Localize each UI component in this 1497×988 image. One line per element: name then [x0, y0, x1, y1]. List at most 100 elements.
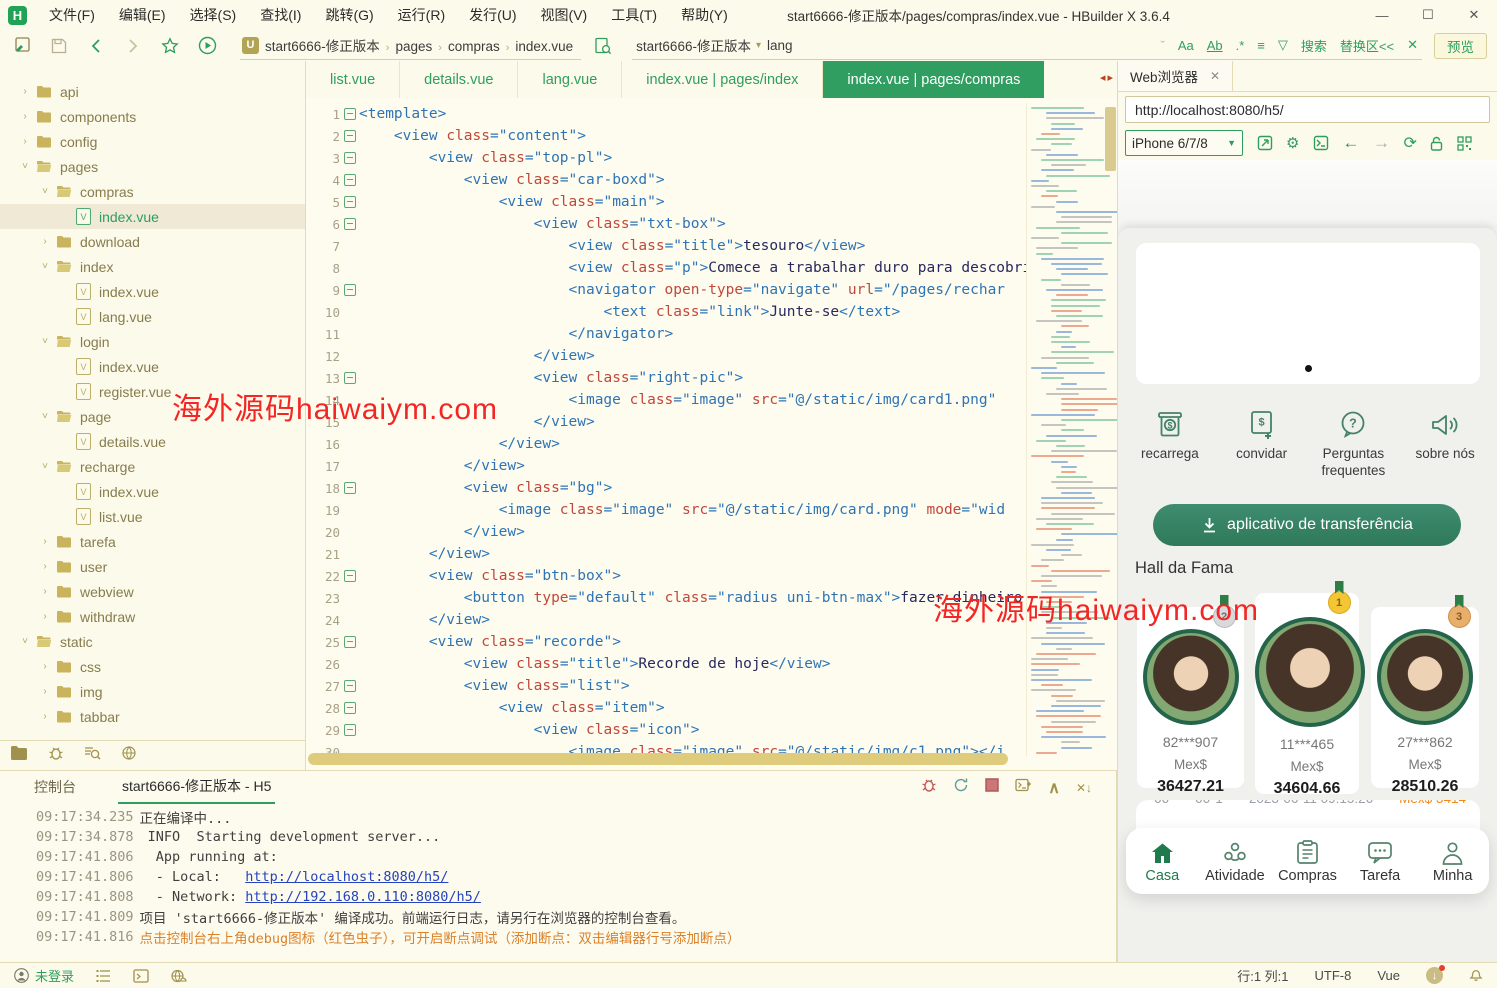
- tree-item-webview[interactable]: ›webview: [0, 579, 305, 604]
- chevron-right-icon[interactable]: ›: [18, 136, 32, 147]
- stop-icon[interactable]: [985, 778, 999, 797]
- line-number[interactable]: 2: [306, 129, 340, 144]
- run-button[interactable]: [192, 33, 222, 59]
- nav-item-casa[interactable]: Casa: [1126, 828, 1199, 894]
- close-browser-tab-icon[interactable]: ✕: [1210, 69, 1220, 83]
- nav-item-atividade[interactable]: Atividade: [1199, 828, 1272, 894]
- line-number[interactable]: 28: [306, 701, 340, 716]
- collapse-search-icon[interactable]: ˇ: [1160, 38, 1164, 53]
- tab-scroll-arrows[interactable]: ◂▸: [1100, 71, 1115, 84]
- tree-item-user[interactable]: ›user: [0, 554, 305, 579]
- line-number[interactable]: 24: [306, 613, 340, 628]
- menu-item[interactable]: 文件(F): [37, 0, 107, 30]
- tree-item-api[interactable]: ›api: [0, 79, 305, 104]
- fold-icon[interactable]: [340, 482, 359, 494]
- plugins-globe-icon[interactable]: [171, 969, 187, 983]
- code-area[interactable]: 1<template>2 <view class="content">3 <vi…: [306, 103, 1027, 770]
- search-input[interactable]: lang: [767, 38, 1147, 53]
- chevron-right-icon[interactable]: ›: [38, 586, 52, 597]
- settings-gear-icon[interactable]: ⚙: [1286, 134, 1299, 152]
- tree-item-recharge[interactable]: ˅recharge: [0, 454, 305, 479]
- tree-item-tabbar[interactable]: ›tabbar: [0, 704, 305, 729]
- collapse-console-icon[interactable]: ∧: [1048, 778, 1060, 798]
- language-mode[interactable]: Vue: [1377, 968, 1400, 983]
- line-number[interactable]: 11: [306, 327, 340, 342]
- debug-tab-icon[interactable]: [48, 745, 64, 766]
- explorer-tab-icon[interactable]: [10, 745, 28, 766]
- breadcrumb-item[interactable]: pages: [393, 39, 434, 54]
- chevron-down-icon[interactable]: ˅: [38, 261, 52, 272]
- outline-list-icon[interactable]: [96, 969, 111, 983]
- tree-item-css[interactable]: ›css: [0, 654, 305, 679]
- shortcut-deposit[interactable]: $recarrega: [1124, 405, 1216, 479]
- menu-item[interactable]: 查找(I): [248, 0, 313, 30]
- hall-of-fame-card[interactable]: 111***465Mex$34604.66: [1255, 593, 1359, 794]
- transfer-app-button[interactable]: aplicativo de transferência: [1153, 504, 1461, 546]
- regex-icon[interactable]: .*: [1236, 38, 1245, 53]
- fold-icon[interactable]: [340, 724, 359, 736]
- breadcrumb-item[interactable]: index.vue: [513, 39, 575, 54]
- save-button[interactable]: [44, 33, 74, 59]
- fold-icon[interactable]: [340, 152, 359, 164]
- new-file-button[interactable]: [7, 33, 37, 59]
- search-scope-select[interactable]: start6666-修正版本▾: [636, 35, 767, 55]
- chevron-right-icon[interactable]: ›: [38, 611, 52, 622]
- carousel-banner[interactable]: [1136, 243, 1480, 384]
- tree-item-index-vue[interactable]: Vindex.vue: [0, 204, 305, 229]
- notification-bell-icon[interactable]: [1469, 967, 1483, 985]
- find-in-files-icon[interactable]: [588, 33, 618, 59]
- line-number[interactable]: 23: [306, 591, 340, 606]
- browser-forward-icon[interactable]: →: [1373, 133, 1390, 153]
- chevron-right-icon[interactable]: ›: [38, 711, 52, 722]
- replace-area-button[interactable]: 替换区<<: [1340, 36, 1394, 55]
- minimap-thumb[interactable]: [1105, 107, 1116, 171]
- filter-icon[interactable]: ▽: [1278, 37, 1288, 53]
- browser-tab[interactable]: Web浏览器✕: [1118, 61, 1233, 91]
- tree-item-img[interactable]: ›img: [0, 679, 305, 704]
- fold-icon[interactable]: [340, 636, 359, 648]
- editor-tab[interactable]: index.vue | pages/index: [622, 61, 823, 98]
- search-button[interactable]: 搜索: [1301, 36, 1327, 55]
- minimap[interactable]: [1026, 103, 1117, 756]
- fold-icon[interactable]: [340, 702, 359, 714]
- line-number[interactable]: 4: [306, 173, 340, 188]
- chevron-right-icon[interactable]: ›: [38, 661, 52, 672]
- line-number[interactable]: 20: [306, 525, 340, 540]
- unlock-icon[interactable]: [1430, 136, 1443, 151]
- chevron-right-icon[interactable]: ›: [38, 536, 52, 547]
- tree-item-pages[interactable]: ˅pages: [0, 154, 305, 179]
- line-number[interactable]: 10: [306, 305, 340, 320]
- chevron-down-icon[interactable]: ˅: [18, 161, 32, 172]
- chevron-right-icon[interactable]: ›: [38, 561, 52, 572]
- menu-item[interactable]: 跳转(G): [313, 0, 385, 30]
- menu-item[interactable]: 运行(R): [386, 0, 457, 30]
- chevron-right-icon[interactable]: ›: [38, 686, 52, 697]
- encoding-indicator[interactable]: UTF-8: [1315, 968, 1352, 983]
- menu-item[interactable]: 视图(V): [529, 0, 600, 30]
- shortcut-about[interactable]: sobre nós: [1399, 405, 1491, 479]
- tree-item-index-vue[interactable]: Vindex.vue: [0, 279, 305, 304]
- whole-word-icon[interactable]: Ab: [1207, 38, 1223, 53]
- tree-item-details-vue[interactable]: Vdetails.vue: [0, 429, 305, 454]
- line-number[interactable]: 18: [306, 481, 340, 496]
- debug-bug-icon[interactable]: [921, 777, 937, 798]
- chevron-down-icon[interactable]: ˅: [38, 336, 52, 347]
- new-terminal-icon[interactable]: [1015, 778, 1032, 798]
- match-case-icon[interactable]: Aa: [1178, 38, 1194, 53]
- clear-console-icon[interactable]: ✕↓: [1076, 781, 1092, 795]
- line-number[interactable]: 26: [306, 657, 340, 672]
- fold-icon[interactable]: [340, 372, 359, 384]
- chevron-right-icon[interactable]: ›: [18, 86, 32, 97]
- tree-item-login[interactable]: ˅login: [0, 329, 305, 354]
- update-download-icon[interactable]: ↓: [1426, 967, 1443, 984]
- fold-icon[interactable]: [340, 196, 359, 208]
- horizontal-scrollbar-thumb[interactable]: [308, 753, 1008, 765]
- fold-icon[interactable]: [340, 570, 359, 582]
- breadcrumb-item[interactable]: compras: [446, 39, 502, 54]
- navigate-forward-button[interactable]: [118, 33, 148, 59]
- editor-tab[interactable]: index.vue | pages/compras: [823, 61, 1044, 98]
- qr-code-icon[interactable]: [1457, 136, 1472, 151]
- maximize-button[interactable]: ☐: [1405, 0, 1451, 30]
- login-status[interactable]: 未登录: [14, 966, 74, 985]
- line-number[interactable]: 17: [306, 459, 340, 474]
